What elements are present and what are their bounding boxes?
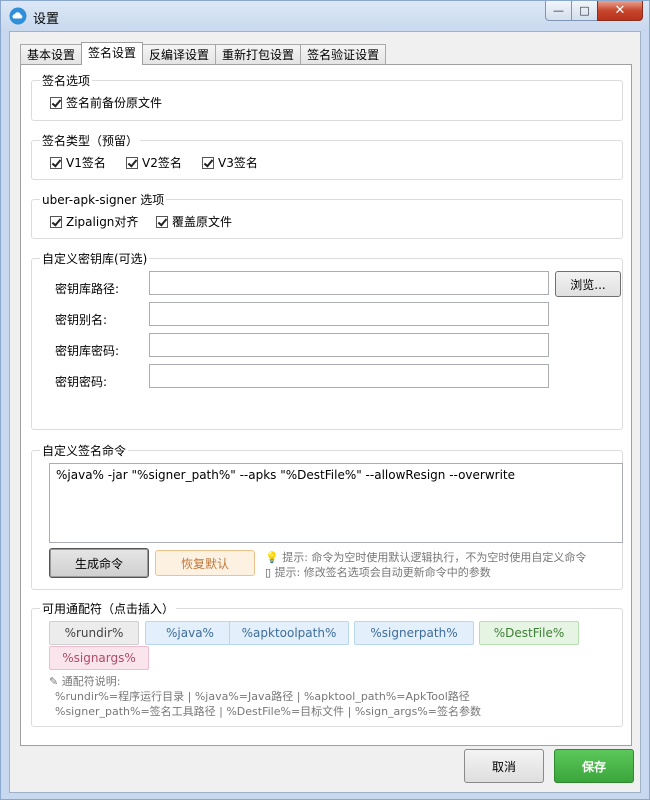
tab-strip: 基本设置 签名设置 反编译设置 重新打包设置 签名验证设置 [20,42,387,65]
sign-options-title: 签名选项 [40,72,93,89]
window-controls: — □ ✕ [545,1,643,23]
minimize-button[interactable]: — [545,1,572,21]
close-button[interactable]: ✕ [597,1,643,21]
v1-checkbox-label: V1签名 [66,156,106,170]
wildcard-desc-title: ✎ 通配符说明: [49,674,120,689]
v2-checkbox-label: V2签名 [142,156,182,170]
cancel-button[interactable]: 取消 [464,749,544,783]
checkbox-checked-icon [50,215,62,228]
sign-settings-page: 签名选项 签名前备份原文件 签名类型（预留） V1签名 V2签名 V3签名 ub… [20,64,632,746]
dialog-body: 基本设置 签名设置 反编译设置 重新打包设置 签名验证设置 签名选项 签名前备份… [9,31,641,793]
key-password-label: 密钥密码: [55,375,108,389]
command-hint-2: ▯ 提示: 修改签名选项会自动更新命令中的参数 [265,564,491,580]
wildcard-chip-apktoolpath[interactable]: %apktoolpath% [229,621,349,645]
sign-options-group: 签名选项 签名前备份原文件 [31,72,623,121]
checkbox-checked-icon [202,156,214,169]
keystore-title: 自定义密钥库(可选) [40,250,150,267]
checkbox-checked-icon [50,96,62,109]
lightbulb-icon: 💡 [265,551,279,564]
command-textarea[interactable]: %java% -jar "%signer_path%" --apks "%Des… [49,463,623,543]
overwrite-checkbox[interactable]: 覆盖原文件 [156,213,232,230]
wildcard-desc-line2: %signer_path%=签名工具路径 | %DestFile%=目标文件 |… [55,705,482,718]
pencil-icon: ✎ [49,675,59,688]
restore-default-button[interactable]: 恢复默认 [155,550,255,576]
wildcard-desc-line1: %rundir%=程序运行目录 | %java%=Java路径 | %apkto… [55,690,470,703]
checkbox-checked-icon [126,156,138,169]
wildcard-chip-signerpath[interactable]: %signerpath% [354,621,474,645]
zipalign-checkbox[interactable]: Zipalign对齐 [50,213,138,230]
title-bar[interactable]: 设置 — □ ✕ [1,1,649,31]
zipalign-checkbox-label: Zipalign对齐 [66,215,139,229]
keystore-path-input[interactable] [149,271,549,295]
cloud-app-icon [9,7,27,25]
wildcards-title: 可用通配符（点击插入） [40,600,177,617]
tab-sign[interactable]: 签名设置 [81,42,144,65]
v3-checkbox[interactable]: V3签名 [202,154,258,171]
window-title: 设置 [33,12,60,27]
keystore-path-label: 密钥库路径: [55,282,120,296]
v1-checkbox[interactable]: V1签名 [50,154,106,171]
key-alias-label: 密钥别名: [55,313,108,327]
checkbox-checked-icon [50,156,62,169]
generate-command-button[interactable]: 生成命令 [49,548,149,578]
tab-verify[interactable]: 签名验证设置 [300,44,387,65]
command-hint-1: 💡 提示: 命令为空时使用默认逻辑执行，不为空时使用自定义命令 [265,549,586,565]
uber-options-title: uber-apk-signer 选项 [40,191,167,208]
wildcard-chip-java[interactable]: %java% [145,621,235,645]
tab-repack[interactable]: 重新打包设置 [215,44,302,65]
tab-basic[interactable]: 基本设置 [20,44,83,65]
wildcard-chip-signargs[interactable]: %signargs% [49,646,149,670]
tab-decompile[interactable]: 反编译设置 [142,44,217,65]
browse-button[interactable]: 浏览... [555,271,621,297]
key-alias-input[interactable] [149,302,549,326]
checkbox-checked-icon [156,215,168,228]
custom-command-title: 自定义签名命令 [40,442,129,459]
sign-type-group: 签名类型（预留） V1签名 V2签名 V3签名 [31,132,623,180]
save-button[interactable]: 保存 [554,749,634,783]
wildcard-chip-destfile[interactable]: %DestFile% [479,621,579,645]
command-hint-1-text: 提示: 命令为空时使用默认逻辑执行，不为空时使用自定义命令 [282,551,587,564]
wildcard-desc-title-text: 通配符说明: [61,675,121,688]
command-hint-2-text: 提示: 修改签名选项会自动更新命令中的参数 [274,566,491,579]
keystore-password-input[interactable] [149,333,549,357]
v2-checkbox[interactable]: V2签名 [126,154,182,171]
uber-options-group: uber-apk-signer 选项 Zipalign对齐 覆盖原文件 [31,191,623,239]
backup-checkbox[interactable]: 签名前备份原文件 [50,94,162,111]
settings-window: 设置 — □ ✕ 基本设置 签名设置 反编译设置 重新打包设置 签名验证设置 签… [0,0,650,800]
key-password-input[interactable] [149,364,549,388]
wildcard-chip-rundir[interactable]: %rundir% [49,621,139,645]
v3-checkbox-label: V3签名 [218,156,258,170]
info-icon: ▯ [265,566,272,579]
keystore-password-label: 密钥库密码: [55,344,120,358]
maximize-button[interactable]: □ [571,1,598,21]
overwrite-checkbox-label: 覆盖原文件 [172,215,233,229]
backup-checkbox-label: 签名前备份原文件 [66,96,163,110]
sign-type-title: 签名类型（预留） [40,132,141,149]
